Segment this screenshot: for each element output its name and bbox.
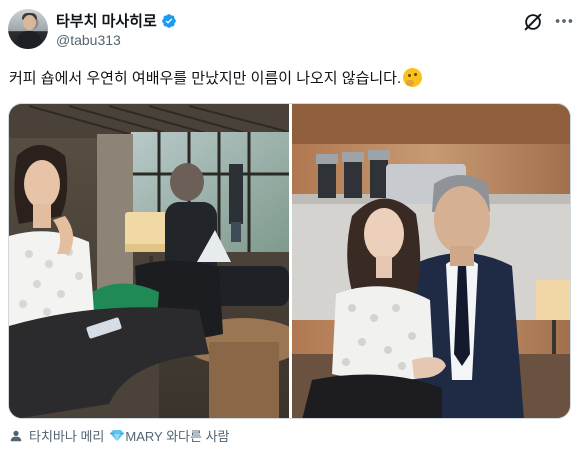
- author-display-name[interactable]: 타부치 마사히로: [56, 10, 157, 31]
- person-icon: [10, 430, 22, 441]
- gem-icon: [110, 430, 125, 441]
- tagged-text-before: 타치바나 메리: [29, 429, 105, 444]
- tagged-people[interactable]: 타치바나 메리 MARY 와다른 사람: [9, 426, 230, 445]
- thinking-face-icon: [403, 68, 423, 87]
- tweet-body: 커피 숍에서 우연히 여배우를 만났지만 이름이 나오지 않습니다.: [9, 70, 402, 87]
- grok-icon[interactable]: [522, 11, 544, 33]
- tagged-text-after: MARY 와다른 사람: [125, 429, 230, 444]
- author-handle[interactable]: @tabu313: [56, 32, 121, 48]
- author-name-row[interactable]: 타부치 마사히로: [56, 10, 177, 31]
- tweet-text: 커피 숍에서 우연히 여배우를 만났지만 이름이 나오지 않습니다.: [9, 67, 423, 88]
- tweet-header: 타부치 마사히로 @tabu313: [0, 0, 584, 58]
- more-options-icon[interactable]: [552, 10, 576, 32]
- photo-left[interactable]: [9, 104, 289, 418]
- media-grid: [8, 103, 571, 419]
- verified-badge-icon: [161, 13, 176, 28]
- photo-right[interactable]: [292, 104, 570, 418]
- avatar[interactable]: [8, 9, 48, 49]
